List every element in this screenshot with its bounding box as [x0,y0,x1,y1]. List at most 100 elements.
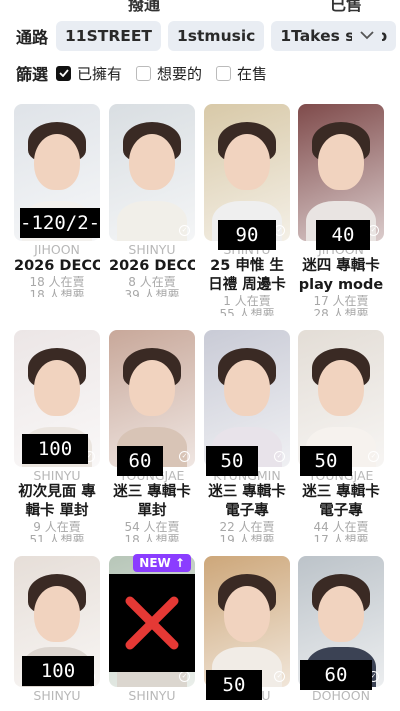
top-left-text: 撥通 [128,0,161,12]
photo-body [117,201,187,241]
channel-chip-11street[interactable]: 11STREET [56,21,162,51]
selling-count: 9 人在賣 [33,521,81,534]
photo-face [129,134,175,190]
card-title-line2: 日禮 周邊卡 [208,277,286,293]
price-tag: 50 [206,670,262,700]
owned-check-icon: ✓ [179,451,190,462]
price-tag: 50 [206,446,258,476]
crossed-out-overlay [109,574,195,672]
card-title: 迷三 專輯卡 [208,484,286,500]
filter-label: 篩選 [16,65,49,84]
checkbox-owned[interactable] [56,65,72,81]
photo-face [129,360,175,416]
owned-check-icon: ✓ [179,225,190,236]
wanted-count: 17 人想要 [313,534,369,542]
selling-count: 54 人在賣 [124,521,180,534]
photocard-item[interactable]: ✓100SHINYU [14,556,100,703]
card-title-line2: play mode [298,277,384,293]
wanted-count: 18 人想要 [29,289,85,297]
price-tag: -120/2- [20,208,100,238]
red-x-icon [125,596,179,650]
channel-more-button[interactable] [352,22,382,48]
selling-count: 22 人在賣 [219,521,275,534]
photocard-item[interactable]: ✓60YOUNGJAE迷三 專輯卡單封54 人在賣18 人想要 [109,330,195,542]
card-title-line2: 單封 [137,503,167,519]
wanted-count: 18 人想要 [124,534,180,542]
channel-label: 通路 [16,28,49,47]
top-bar-clipped: 撥通 已售 [0,0,400,12]
selling-count: 44 人在賣 [313,521,369,534]
filter-wanted[interactable]: 想要的 [136,63,202,84]
price-tag: 60 [117,446,163,476]
selling-count: 8 人在賣 [128,276,176,289]
price-tag: 100 [22,434,88,464]
card-title: 迷四 專輯卡 [302,258,380,274]
filter-owned[interactable]: 已擁有 [56,63,122,84]
checkmark-icon [58,69,69,77]
photo-face [318,586,364,642]
price-tag: 40 [316,220,370,250]
photocard-image[interactable]: ✓ [204,556,290,687]
price-tag: 50 [300,446,352,476]
photocard-item[interactable]: ✓ NEW ↑ SHINYU [109,554,195,703]
photocard-item[interactable]: ✓50YOUNGJAE迷三 專輯卡電子專44 人在賣17 人想要 [298,330,384,542]
owned-check-icon: ✓ [179,671,190,682]
artist-name: SHINYU [33,468,81,483]
wanted-count: 28 人想要 [313,308,369,316]
owned-check-icon: ✓ [274,451,285,462]
new-badge: NEW ↑ [133,554,191,572]
filter-row: 篩選 已擁有 想要的 在售 [0,60,400,86]
selling-count: 18 人在賣 [29,276,85,289]
selling-count: 17 人在賣 [313,295,369,308]
card-title: 迷三 專輯卡 [302,484,380,500]
selling-count: 1 人在賣 [223,295,271,308]
channel-row: 通路 11STREET 1stmusic 1Takes shop [0,20,400,52]
photocard-item[interactable]: ✓SHINYU2026 DECO KI… 8 人在賣39 人想要 [109,104,195,297]
card-title: 25 申惟 生 [210,258,284,274]
photocard-image[interactable]: ✓ [109,556,195,687]
photo-face [224,360,270,416]
filter-owned-label: 已擁有 [77,64,123,83]
photocard-item[interactable]: ✓-120/2-JIHOON2026 DECO KI…18 人在賣18 人想要 [14,104,100,297]
card-title-line2: 電子專 [319,503,363,519]
photocard-item[interactable]: ✓ 100 SHINYU 初次見面 專輯卡 單封 9 人在賣 51 人想要 [14,330,100,542]
card-title: 迷三 專輯卡 [113,484,191,500]
price-tag: 100 [22,656,94,686]
photocard-item[interactable]: ✓40JIHOON迷四 專輯卡play mode17 人在賣28 人想要 [298,104,384,316]
photocard-item[interactable]: ✓ 60 DOHOON [298,556,384,703]
filter-on-sale[interactable]: 在售 [216,63,267,84]
photo-face [224,586,270,642]
artist-name: SHINYU [128,688,176,703]
photocard-image[interactable]: ✓ [109,104,195,241]
wanted-count: 39 人想要 [124,289,180,297]
photo-face [318,360,364,416]
card-title-line2: 輯卡 單封 [25,503,89,519]
filter-on-sale-label: 在售 [237,64,268,83]
artist-name: SHINYU [33,688,81,703]
photocard-item[interactable]: ✓50KYUNGMIN迷三 專輯卡電子專22 人在賣19 人想要 [204,330,290,542]
card-title: 2026 DECO KI… [14,258,100,274]
price-tag: 60 [300,660,372,690]
card-title: 初次見面 專 [18,484,96,500]
card-title-line2: 電子專 [225,503,269,519]
photocard-item[interactable]: ✓90SHINYU25 申惟 生日禮 周邊卡1 人在賣55 人想要 [204,104,290,316]
photo-face [34,360,80,416]
checkbox-on-sale[interactable] [216,65,232,81]
artist-name: JIHOON [34,242,80,257]
filter-wanted-label: 想要的 [157,64,203,83]
photocard-item[interactable]: ✓50SHINYU [204,556,290,703]
owned-check-icon: ✓ [368,451,379,462]
chevron-down-icon [360,30,374,39]
card-title: 2026 DECO KI… [109,258,195,274]
wanted-count: 51 人想要 [29,534,85,542]
artist-name: DOHOON [312,688,370,703]
photo-face [34,586,80,642]
checkbox-wanted[interactable] [136,65,152,81]
photo-face [224,134,270,190]
channel-chip-1stmusic[interactable]: 1stmusic [168,21,265,51]
artist-name: SHINYU [128,242,176,257]
wanted-count: 55 人想要 [219,308,275,316]
owned-check-icon: ✓ [274,671,285,682]
wanted-count: 19 人想要 [219,534,275,542]
photo-face [318,134,364,190]
